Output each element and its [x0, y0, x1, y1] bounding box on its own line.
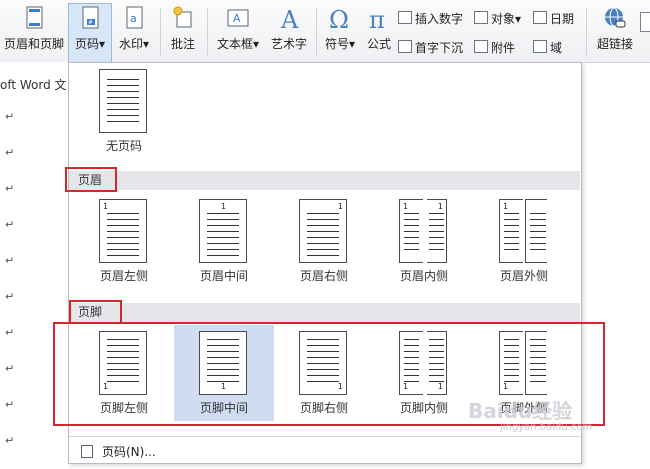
- svg-text:Ω: Ω: [329, 6, 349, 32]
- attachment-icon: [474, 40, 488, 53]
- symbol-button[interactable]: Ω 符号▾: [320, 4, 360, 52]
- ribbon-toolbar: 页眉和页脚 # 页码▾ a 水印▾ 批注 A 文本框▾ A 艺术字 Ω 符号▾ …: [0, 0, 650, 64]
- hyperlink-button[interactable]: 超链接: [592, 4, 638, 52]
- header-inside-option[interactable]: 1 1 页眉内侧: [374, 193, 474, 289]
- globe-link-icon: [605, 7, 626, 28]
- pi-icon: π: [369, 6, 385, 32]
- page-thumbnail: 1: [199, 199, 247, 263]
- page-number-icon: #: [82, 6, 99, 29]
- page-number-settings-icon: [81, 445, 93, 458]
- object-icon: [474, 11, 488, 24]
- more-tools-icon[interactable]: [640, 12, 650, 32]
- book-thumbnail: 1 1: [399, 199, 447, 263]
- header-section-bar: 页眉: [69, 171, 580, 190]
- paragraph-mark: ↵: [5, 398, 15, 411]
- comment-icon: [173, 6, 192, 28]
- header-center-option[interactable]: 1 页眉中间: [174, 193, 274, 289]
- page-thumbnail: 1: [99, 199, 147, 263]
- number-icon: [398, 11, 412, 24]
- footer-section-bar: 页脚: [69, 303, 580, 322]
- comment-button[interactable]: 批注: [164, 4, 202, 52]
- header-right-option[interactable]: 1 页眉右侧: [274, 193, 374, 289]
- no-page-number-option[interactable]: 无页码: [74, 63, 174, 159]
- watermark-button[interactable]: a 水印▾: [113, 4, 155, 52]
- field-icon: [533, 40, 547, 53]
- page-number-button[interactable]: # 页码▾: [68, 3, 112, 64]
- dropcap-button[interactable]: 首字下沉: [398, 39, 463, 56]
- baidu-watermark-url: jingyan.baidu.com: [500, 422, 593, 433]
- svg-text:#: #: [88, 19, 93, 26]
- paragraph-mark: ↵: [5, 218, 15, 231]
- header-left-option[interactable]: 1 页眉左侧: [74, 193, 174, 289]
- watermark-icon: a: [126, 6, 143, 29]
- footer-annotation-box: [69, 300, 122, 324]
- attachment-button[interactable]: 附件: [474, 39, 515, 56]
- ribbon-separator: [160, 8, 161, 56]
- wordart-icon: A: [280, 6, 299, 32]
- svg-text:a: a: [130, 12, 137, 25]
- page-thumbnail: [99, 69, 147, 133]
- header-annotation-box: [65, 167, 117, 192]
- header-footer-button[interactable]: 页眉和页脚: [2, 4, 66, 52]
- header-outside-option[interactable]: 1 页眉外侧: [474, 193, 574, 289]
- paragraph-mark: ↵: [5, 434, 15, 447]
- paragraph-mark: ↵: [5, 254, 15, 267]
- paragraph-mark: ↵: [5, 182, 15, 195]
- paragraph-mark: ↵: [5, 110, 15, 123]
- field-button[interactable]: 域: [533, 39, 562, 56]
- ribbon-separator: [316, 8, 317, 56]
- page-thumbnail: 1: [299, 199, 347, 263]
- object-button[interactable]: 对象▾: [474, 10, 521, 27]
- svg-text:A: A: [233, 12, 241, 25]
- paragraph-mark: ↵: [5, 146, 15, 159]
- paragraph-mark: ↵: [5, 326, 15, 339]
- calendar-icon: [533, 11, 547, 24]
- ribbon-separator: [586, 8, 587, 56]
- omega-icon: Ω: [329, 6, 349, 32]
- date-button[interactable]: 日期: [533, 10, 574, 27]
- page-number-settings-item[interactable]: 页码(N)...: [69, 436, 580, 464]
- paragraph-mark: ↵: [5, 362, 15, 375]
- paragraph-mark: ↵: [5, 290, 15, 303]
- textbox-button[interactable]: A 文本框▾: [212, 4, 264, 52]
- formula-button[interactable]: π 公式: [362, 4, 396, 52]
- svg-text:A: A: [280, 6, 299, 32]
- header-footer-icon: [26, 6, 43, 29]
- ribbon-separator: [207, 8, 208, 56]
- document-title-fragment: oft Word 文: [0, 78, 67, 92]
- textbox-icon: A: [227, 9, 249, 27]
- insert-number-button[interactable]: 插入数字: [398, 10, 463, 27]
- baidu-watermark: Baidu经验: [468, 399, 573, 423]
- book-thumbnail: 1: [499, 199, 523, 263]
- wordart-button[interactable]: A 艺术字: [268, 4, 310, 52]
- dropcap-icon: [398, 40, 412, 53]
- book-thumbnail: [525, 199, 547, 263]
- svg-text:π: π: [369, 6, 385, 32]
